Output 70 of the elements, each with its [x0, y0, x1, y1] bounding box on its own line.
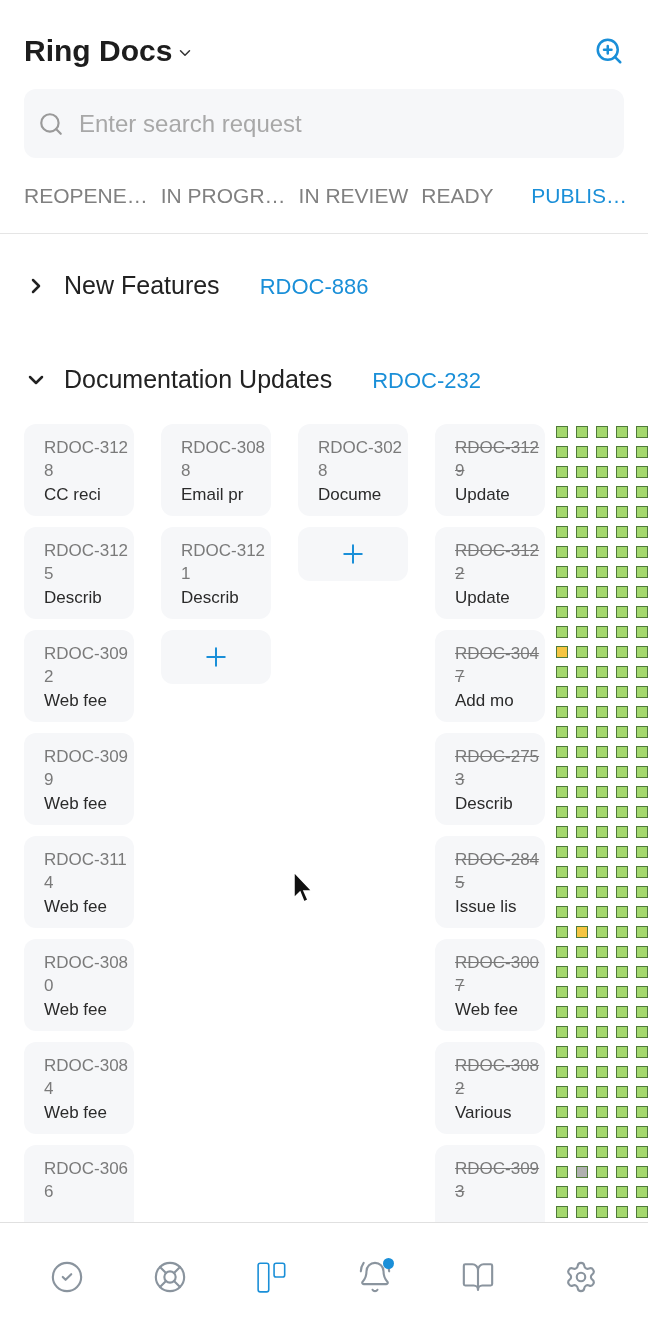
issue-title: Describ: [455, 793, 514, 815]
issue-title: Describ: [44, 587, 103, 609]
issue-title: Web fee: [44, 896, 108, 918]
issue-link[interactable]: RDOC-886: [259, 269, 369, 303]
search-icon: [38, 111, 64, 137]
issue-id: RDOC-2845: [455, 849, 541, 894]
issue-card[interactable]: RDOC-3129 Update: [435, 424, 545, 516]
issue-id: RDOC-3128: [44, 437, 130, 482]
status-tab[interactable]: REOPENE…: [24, 179, 148, 212]
issue-id: RDOC-3129: [455, 437, 541, 482]
status-tab[interactable]: IN REVIEW: [298, 179, 409, 212]
check-circle-icon: [50, 1259, 85, 1294]
issue-id: RDOC-3121: [181, 540, 267, 585]
status-tab[interactable]: PUBLIS…: [531, 179, 627, 212]
issue-id: RDOC-3114: [44, 849, 128, 894]
issue-card[interactable]: RDOC-3007 Web fee: [435, 939, 545, 1031]
issue-id: RDOC-3092: [44, 643, 130, 688]
issue-title: Web fee: [44, 793, 108, 815]
issue-card[interactable]: RDOC-3128 CC reci: [24, 424, 134, 516]
issue-card[interactable]: RDOC-3080 Web fee: [24, 939, 134, 1031]
issue-card[interactable]: RDOC-2845 Issue lis: [435, 836, 545, 928]
issue-title: Various: [455, 1102, 513, 1124]
issue-card[interactable]: RDOC-3099 Web fee: [24, 733, 134, 825]
issue-id: RDOC-3080: [44, 952, 130, 997]
issue-card[interactable]: RDOC-3121 Describ: [161, 527, 271, 619]
issue-card[interactable]: RDOC-3082 Various: [435, 1042, 545, 1134]
issue-title: Email pr: [181, 484, 245, 506]
issue-card[interactable]: RDOC-3084 Web fee: [24, 1042, 134, 1134]
issue-card[interactable]: RDOC-3093: [435, 1145, 545, 1222]
issue-id: RDOC-3082: [455, 1055, 541, 1100]
status-tab[interactable]: READY: [421, 179, 494, 212]
app-title[interactable]: Ring Docs: [24, 28, 173, 73]
issue-title: Describ: [181, 587, 240, 609]
issue-title: Web fee: [44, 1102, 108, 1124]
issue-id: RDOC-3099: [44, 746, 130, 791]
issue-card[interactable]: RDOC-3066: [24, 1145, 134, 1222]
issue-card[interactable]: RDOC-2753 Describ: [435, 733, 545, 825]
issue-id: RDOC-3066: [44, 1158, 130, 1203]
issue-id: RDOC-3047: [455, 643, 541, 688]
issue-id: RDOC-3007: [455, 952, 541, 997]
issue-title: Update: [455, 587, 511, 609]
issue-card[interactable]: RDOC-3047 Add mo: [435, 630, 545, 722]
status-tab[interactable]: IN PROGR…: [160, 179, 286, 212]
issue-card[interactable]: RDOC-3114 Web fee: [24, 836, 134, 928]
issue-id: RDOC-3028: [318, 437, 404, 482]
bell-icon: [358, 1259, 393, 1294]
issue-title: Issue lis: [455, 896, 518, 918]
issue-title: Add mo: [455, 690, 515, 712]
lifebuoy-icon: [153, 1259, 187, 1294]
issue-id: RDOC-3093: [455, 1158, 541, 1203]
issue-link[interactable]: RDOC-232: [372, 363, 482, 397]
issue-title: Web fee: [455, 999, 519, 1021]
group-name[interactable]: Documentation Updates: [64, 361, 333, 399]
issue-title: Docume: [318, 484, 383, 506]
issue-id: RDOC-2753: [455, 746, 541, 791]
issue-card[interactable]: RDOC-3092 Web fee: [24, 630, 134, 722]
group-name[interactable]: New Features: [64, 267, 220, 305]
issue-title: Web fee: [44, 690, 108, 712]
issue-id: RDOC-3125: [44, 540, 130, 585]
issue-id: RDOC-3122: [455, 540, 541, 585]
issue-title: Web fee: [44, 999, 108, 1021]
issue-id: RDOC-3084: [44, 1055, 130, 1100]
issue-card[interactable]: RDOC-3122 Update: [435, 527, 545, 619]
issue-card[interactable]: RDOC-3125 Describ: [24, 527, 134, 619]
issue-card[interactable]: RDOC-3088 Email pr: [161, 424, 271, 516]
issue-title: CC reci: [44, 484, 102, 506]
issue-card[interactable]: RDOC-3028 Docume: [298, 424, 408, 516]
issue-title: Update: [455, 484, 511, 506]
issue-id: RDOC-3088: [181, 437, 267, 482]
search-field[interactable]: Enter search request: [24, 89, 624, 158]
